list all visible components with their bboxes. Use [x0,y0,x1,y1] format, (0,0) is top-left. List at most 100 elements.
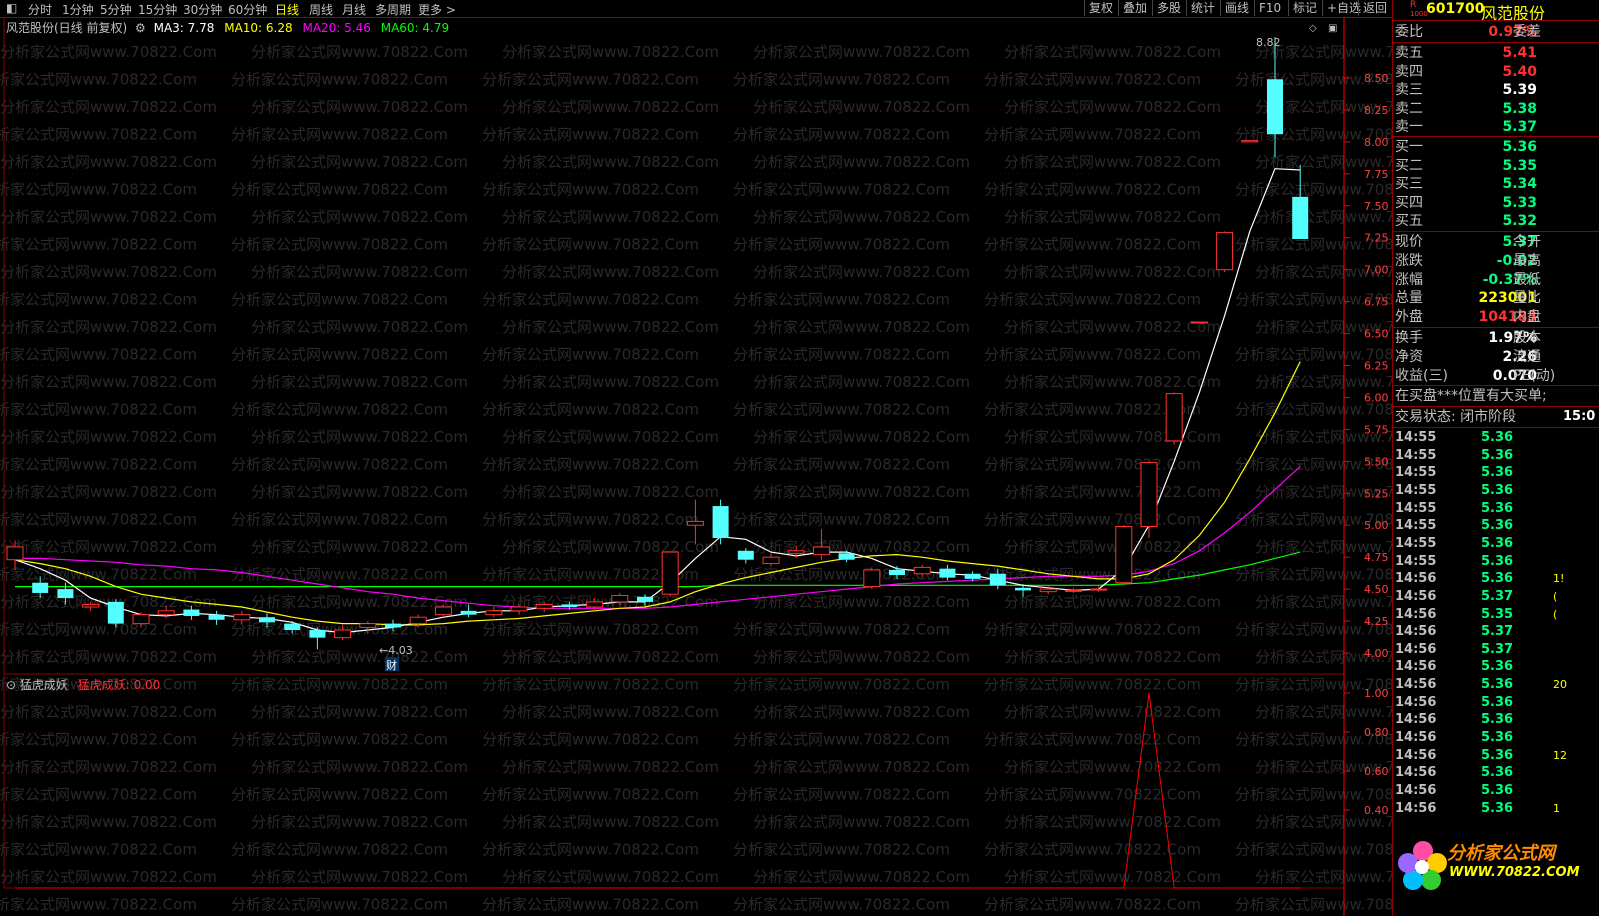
tab-5min[interactable]: 5分钟 [100,1,132,18]
tick-row[interactable]: 14:56 5.36 [1395,729,1595,747]
candle[interactable] [485,607,503,618]
watermark-text: 分析家公式网www.70822.Com [0,428,217,446]
watermark-text: 分析家公式网www.70822.Com [984,786,1201,804]
price-tick-label: 6.75 [1364,296,1389,309]
watermark-text: 分析家公式网www.70822.Com [502,703,719,721]
tick-time: 14:56 [1395,641,1437,657]
watermark-text: 分析家公式网www.70822.Com [251,43,468,61]
price-tick-label: 4.75 [1364,551,1389,564]
chart-settings-icon[interactable]: ⚙ [135,21,146,35]
watermark-text: 分析家公式网www.70822.Com [984,566,1201,584]
candle[interactable] [1140,461,1158,538]
kline-chart[interactable]: 分析家公式网www.70822.Com 分析家公式网www.70822.Com 分析… [0,17,1392,916]
candle[interactable] [863,567,881,590]
tick-row[interactable]: 14:56 5.36 1 [1395,800,1595,818]
maximize-icon[interactable]: ▣ [1328,23,1337,34]
tab-intraday[interactable]: 分时 [28,1,52,18]
tick-row[interactable]: 14:55 5.36 [1395,553,1595,571]
candle[interactable] [1292,164,1309,239]
tick-row[interactable]: 14:55 5.36 [1395,447,1595,465]
tick-row[interactable]: 14:56 5.36 1! [1395,570,1595,588]
tick-row[interactable]: 14:56 5.36 [1395,711,1595,729]
tick-time: 14:56 [1395,659,1437,675]
tick-row[interactable]: 14:55 5.36 [1395,517,1595,535]
f10-button[interactable]: F10 [1254,0,1285,16]
tab-daily[interactable]: 日线 [275,1,299,18]
watermark-text: 分析家公式网www.70822.Com [1004,263,1221,281]
stats-button[interactable]: 统计 [1186,0,1219,16]
candle[interactable] [1216,231,1234,273]
candle[interactable] [1190,321,1208,324]
candle[interactable] [208,610,225,625]
indicator-tick-label: 1.00 [1364,687,1389,700]
candle-body [409,616,427,625]
ask-row: 卖一 5.37 [1395,118,1595,136]
indicator-title[interactable]: 猛虎成妖 [20,678,68,692]
indicator-collapse-icon[interactable]: ⊙ [6,678,16,692]
candle[interactable] [107,599,124,628]
tick-row[interactable]: 14:56 5.37 [1395,623,1595,641]
tab-15min[interactable]: 15分钟 [138,1,177,18]
tick-row[interactable]: 14:55 5.36 [1395,482,1595,500]
tab-weekly[interactable]: 周线 [309,1,333,18]
candle[interactable] [661,550,679,597]
candle-body [334,629,352,639]
watermark-text: 分析家公式网www.70822.Com [231,456,448,474]
cai-badge[interactable]: 财 [386,658,397,672]
watermark-text: 分析家公式网www.70822.Com [251,373,468,391]
candle[interactable] [1090,586,1108,592]
multi-stock-button[interactable]: 多股 [1152,0,1185,16]
overlay-button[interactable]: 叠加 [1118,0,1151,16]
notice-row: 在买盘***位置有大买单; [1395,387,1595,405]
candle[interactable] [712,499,729,545]
tick-row[interactable]: 14:56 5.37 ( [1395,588,1595,606]
watermark-text: 分析家公式网www.70822.Com [502,428,719,446]
tab-monthly[interactable]: 月线 [342,1,366,18]
candle[interactable] [737,548,754,564]
quote-label: 总量 [1395,290,1423,307]
tick-row[interactable]: 14:55 5.36 [1395,535,1595,553]
more-menu[interactable]: 更多 > [418,1,456,18]
tab-multi-period[interactable]: 多周期 [375,1,411,18]
draw-line-button[interactable]: 画线 [1220,0,1253,16]
tick-row[interactable]: 14:56 5.36 12 [1395,747,1595,765]
tick-row[interactable]: 14:55 5.36 [1395,429,1595,447]
ask-value: 5.40 [1502,63,1537,80]
price-tick-label: 7.00 [1364,264,1389,277]
tick-row[interactable]: 14:56 5.37 [1395,641,1595,659]
tick-row[interactable]: 14:55 5.36 [1395,500,1595,518]
watermark-text: 分析家公式网www.70822.Com [733,71,950,89]
tick-row[interactable]: 14:56 5.36 [1395,764,1595,782]
stock-header: R 1000 601700 风范股份 [1393,0,1599,23]
tick-row[interactable]: 14:55 5.36 [1395,464,1595,482]
tab-1min[interactable]: 1分钟 [62,1,94,18]
candle-body [1015,587,1031,591]
tick-row[interactable]: 14:56 5.36 20 [1395,676,1595,694]
panel-toggle-icon[interactable]: ◧ [6,1,17,15]
watermark-text: 分析家公式网www.70822.Com [482,126,699,144]
tick-vol: ( [1553,607,1558,621]
tick-row[interactable]: 14:56 5.36 [1395,782,1595,800]
quote-row: 外盘 104183 内盘 [1395,308,1595,326]
candle[interactable] [1241,140,1259,143]
candle-body [485,610,503,616]
candle-body [661,551,679,595]
candle-body [157,610,175,616]
tick-row[interactable]: 14:56 5.36 [1395,694,1595,712]
tab-60min[interactable]: 60分钟 [228,1,267,18]
watermark-text: 分析家公式网www.70822.Com [1235,841,1392,859]
candle[interactable] [1165,392,1183,445]
watermark-text: 分析家公式网www.70822.Com [753,703,970,721]
back-button[interactable]: 返回 [1358,0,1391,16]
mark-button[interactable]: 标记 [1288,0,1321,16]
tick-row[interactable]: 14:56 5.36 [1395,658,1595,676]
tick-row[interactable]: 14:56 5.35 ( [1395,606,1595,624]
watermark-text: 分析家公式网www.70822.Com [231,676,448,694]
diamond-icon[interactable]: ◇ [1309,23,1317,34]
candle-body [57,589,74,599]
tick-time: 14:56 [1395,747,1437,763]
candle[interactable] [1115,525,1133,586]
watermark-text: 分析家公式网www.70822.Com [502,373,719,391]
tab-30min[interactable]: 30分钟 [183,1,222,18]
fuquan-button[interactable]: 复权 [1084,0,1117,16]
